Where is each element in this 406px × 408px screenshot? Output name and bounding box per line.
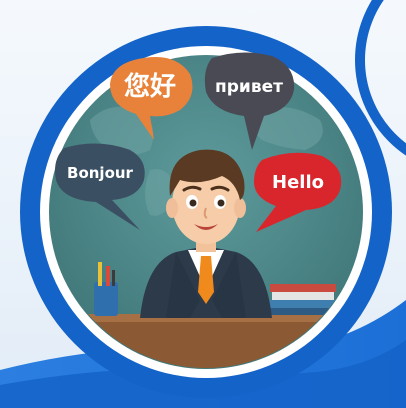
pen-icon <box>112 270 115 286</box>
bubble-text-french: Bonjour <box>67 164 134 182</box>
pupil-left <box>189 199 197 207</box>
pupil-right <box>217 199 225 207</box>
illustration-stage: 您好 привет Bonjour Hello <box>0 0 406 408</box>
bubble-text-russian: привет <box>215 77 283 97</box>
pencil-icon <box>106 266 110 286</box>
bubble-text-english: Hello <box>272 172 324 193</box>
ear-right <box>234 198 246 218</box>
pencil-cup <box>94 282 118 316</box>
bubble-text-chinese: 您好 <box>124 71 176 102</box>
ear-left <box>166 198 178 218</box>
book-icon <box>268 300 338 308</box>
translator-illustration: 您好 привет Bonjour Hello <box>0 0 406 408</box>
book-icon <box>270 284 336 292</box>
pencil-icon <box>98 262 102 286</box>
book-icon <box>272 292 334 300</box>
